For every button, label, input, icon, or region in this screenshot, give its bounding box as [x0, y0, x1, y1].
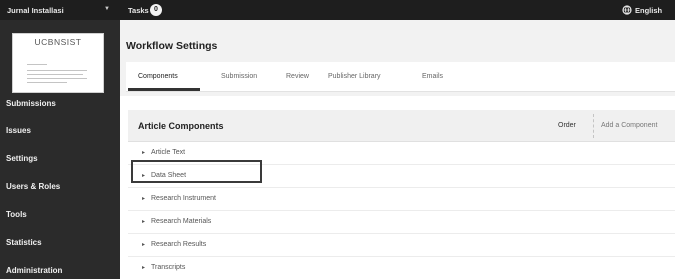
sidebar-item-tools[interactable]: Tools	[6, 210, 27, 219]
tab-submission[interactable]: Submission	[221, 73, 257, 80]
expand-arrow-icon[interactable]: ▸	[142, 241, 145, 248]
expand-arrow-icon[interactable]: ▸	[142, 195, 145, 202]
active-tab-indicator	[128, 88, 200, 91]
logo-text: UCBNSIST	[34, 37, 82, 47]
top-bar: Jurnal Installasi ▼ Tasks 0 English	[0, 0, 675, 20]
sidebar-item-statistics[interactable]: Statistics	[6, 238, 42, 247]
tab-bar: Components Submission Review Publisher L…	[126, 62, 675, 92]
main-content: Workflow Settings Components Submission …	[120, 20, 675, 279]
component-label: Transcripts	[151, 264, 186, 271]
panel-header: Article Components Order Add a Component	[128, 110, 675, 142]
sidebar: UCBNSIST Submissions Issues Settings Use…	[0, 20, 120, 279]
tasks-count-badge[interactable]: 0	[150, 4, 162, 16]
expand-arrow-icon[interactable]: ▸	[142, 218, 145, 225]
component-label: Research Instrument	[151, 195, 216, 202]
expand-arrow-icon[interactable]: ▸	[142, 149, 145, 156]
tab-review[interactable]: Review	[286, 73, 309, 80]
component-label: Research Results	[151, 241, 207, 248]
sidebar-item-settings[interactable]: Settings	[6, 154, 38, 163]
list-item[interactable]: ▸ Research Results	[128, 234, 675, 257]
add-component-button[interactable]: Add a Component	[593, 114, 675, 138]
journal-logo[interactable]: UCBNSIST	[12, 33, 104, 93]
language-selector[interactable]: English	[635, 6, 662, 15]
chevron-down-icon[interactable]: ▼	[104, 6, 110, 12]
sidebar-item-users-roles[interactable]: Users & Roles	[6, 182, 60, 191]
sidebar-item-administration[interactable]: Administration	[6, 266, 62, 275]
tab-emails[interactable]: Emails	[422, 73, 443, 80]
highlight-box	[131, 160, 262, 183]
tasks-link[interactable]: Tasks	[128, 6, 149, 15]
list-item[interactable]: ▸ Research Instrument	[128, 188, 675, 211]
component-label: Research Materials	[151, 218, 212, 225]
article-components-panel: Article Components Order Add a Component…	[128, 110, 675, 279]
sidebar-item-issues[interactable]: Issues	[6, 126, 31, 135]
sidebar-item-submissions[interactable]: Submissions	[6, 99, 56, 108]
panel-title: Article Components	[138, 121, 224, 131]
tab-publisher-library[interactable]: Publisher Library	[328, 73, 381, 80]
tab-components[interactable]: Components	[138, 73, 178, 80]
journal-switcher[interactable]: Jurnal Installasi	[7, 6, 64, 15]
component-label: Article Text	[151, 149, 186, 156]
page-header: Workflow Settings Components Submission …	[120, 20, 675, 96]
globe-icon	[622, 5, 632, 15]
list-item[interactable]: ▸ Transcripts	[128, 257, 675, 279]
page-title: Workflow Settings	[126, 40, 218, 52]
list-item[interactable]: ▸ Research Materials	[128, 211, 675, 234]
order-button[interactable]: Order	[558, 122, 576, 129]
expand-arrow-icon[interactable]: ▸	[142, 264, 145, 271]
